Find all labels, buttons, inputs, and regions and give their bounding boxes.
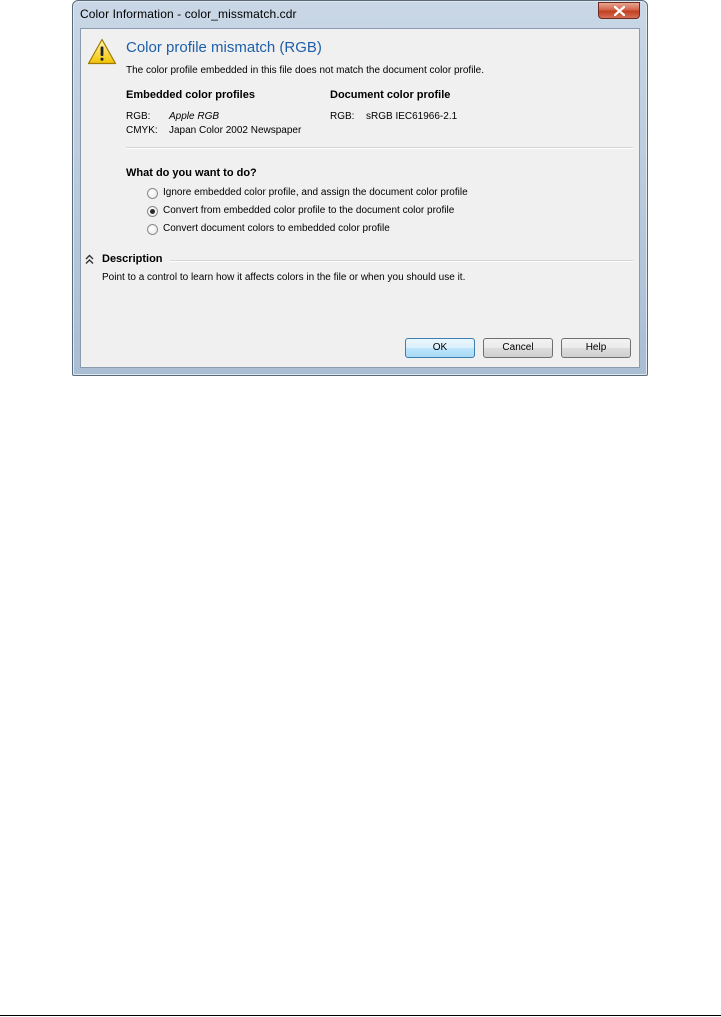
double-chevron-up-icon[interactable] [84,254,95,265]
window-title: Color Information - color_missmatch.cdr [80,7,297,21]
embedded-rgb-value: Apple RGB [169,111,220,122]
radio-ignore-embedded[interactable] [147,188,158,199]
embedded-cmyk-key: CMYK: [126,125,158,136]
embedded-cmyk-value: Japan Color 2002 Newspaper [169,125,302,136]
embedded-rgb-row: RGB: Apple RGB [126,111,219,122]
description-text: Point to a control to learn how it affec… [102,272,466,283]
dialog-body: Color profile mismatch (RGB) The color p… [80,28,640,368]
page-bottom-rule [0,1015,721,1016]
close-button[interactable] [598,2,640,19]
section-divider [126,147,633,149]
dialog-window: Color Information - color_missmatch.cdr … [72,0,648,376]
embedded-cmyk-row: CMYK: Japan Color 2002 Newspaper [126,125,301,136]
question-title: What do you want to do? [126,167,257,179]
radio-convert-document-colors[interactable] [147,224,158,235]
ok-button[interactable]: OK [405,338,475,358]
document-rgb-key: RGB: [330,111,355,122]
help-button[interactable]: Help [561,338,631,358]
option-label[interactable]: Convert from embedded color profile to t… [163,205,454,216]
embedded-profiles-title: Embedded color profiles [126,89,255,101]
option-label[interactable]: Ignore embedded color profile, and assig… [163,187,468,198]
document-rgb-value: sRGB IEC61966-2.1 [366,111,458,122]
radio-convert-from-embedded[interactable] [147,206,158,217]
document-profile-title: Document color profile [330,89,451,101]
dialog-heading: Color profile mismatch (RGB) [126,39,322,56]
description-title: Description [102,253,163,265]
title-bar[interactable]: Color Information - color_missmatch.cdr [73,1,647,29]
embedded-rgb-key: RGB: [126,111,151,122]
mismatch-message: The color profile embedded in this file … [126,65,484,76]
document-rgb-row: RGB: sRGB IEC61966-2.1 [330,111,457,122]
option-label[interactable]: Convert document colors to embedded colo… [163,223,390,234]
warning-icon [87,38,117,65]
description-divider [170,260,633,262]
close-icon [614,6,625,16]
cancel-button[interactable]: Cancel [483,338,553,358]
